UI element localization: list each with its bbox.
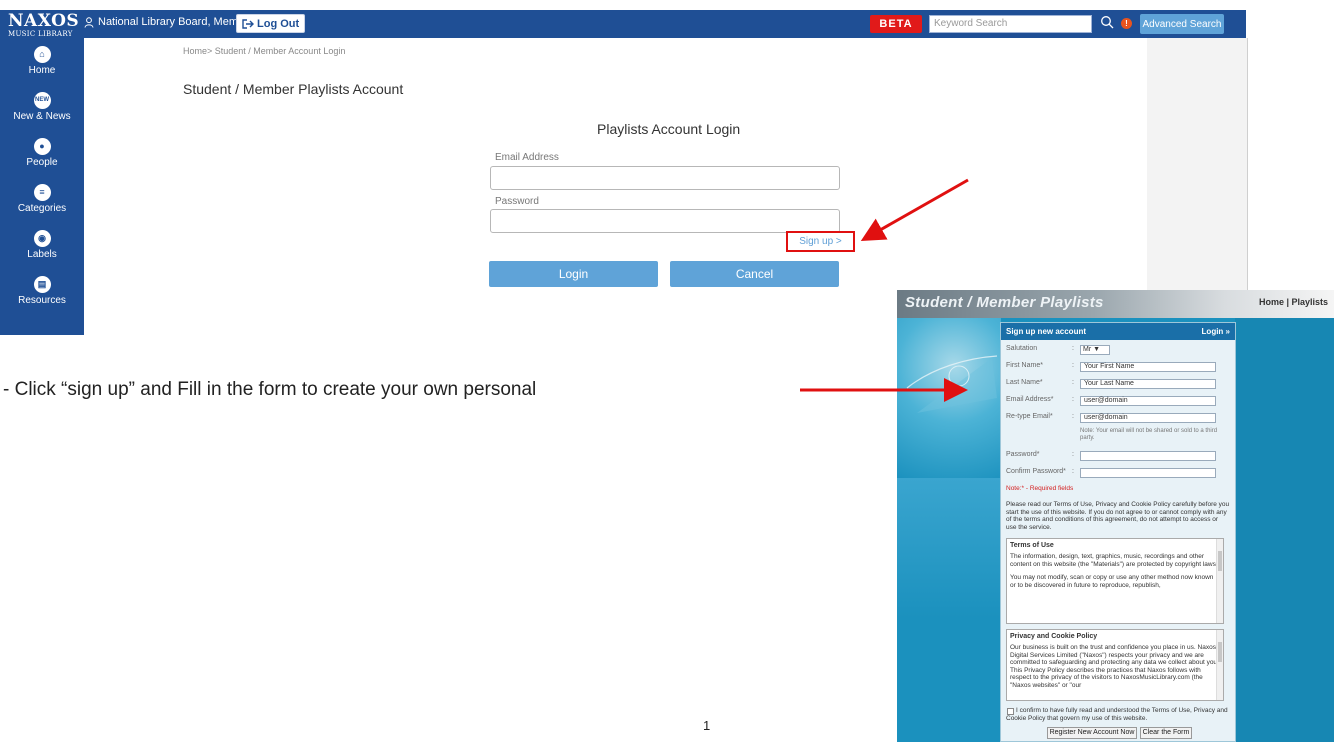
nav-label: Home (28, 65, 56, 76)
decorative-graphic (897, 318, 1001, 478)
login-link[interactable]: Login » (1202, 327, 1230, 336)
register-button[interactable]: Register New Account Now (1047, 727, 1137, 739)
email-privacy-note: Note: Your email will not be shared or s… (1080, 428, 1218, 441)
person-icon: ● (33, 138, 51, 155)
nav-item-categories[interactable]: ≡ Categories (0, 178, 84, 224)
nav-item-labels[interactable]: ◉ Labels (0, 224, 84, 270)
login-screenshot: NAXOS MUSIC LIBRARY National Library Boa… (0, 0, 1250, 335)
privacy-policy-box[interactable]: Privacy and Cookie Policy Our business i… (1006, 629, 1224, 701)
page-number: 1 (703, 718, 711, 733)
form-title: Sign up new account (1006, 327, 1087, 336)
nav-item-resources[interactable]: ▤ Resources (0, 270, 84, 316)
info-icon[interactable]: ! (1121, 18, 1132, 29)
last-name-label: Last Name* (1006, 379, 1043, 386)
clear-form-button[interactable]: Clear the Form (1140, 727, 1192, 739)
keyword-search-input[interactable]: Keyword Search (929, 15, 1092, 33)
signup-header: Student / Member Playlists Home | Playli… (897, 290, 1334, 318)
advanced-search-button[interactable]: Advanced Search (1140, 14, 1224, 34)
cancel-button[interactable]: Cancel (670, 261, 839, 287)
nav-label: New & News (13, 111, 71, 122)
beta-badge[interactable]: BETA (870, 15, 922, 33)
confirm-text: I confirm to have fully read and underst… (1006, 707, 1228, 722)
email-label: Email Address (495, 152, 559, 163)
signup-form: Sign up new account Login » Salutation :… (1000, 322, 1236, 742)
email-field[interactable] (490, 166, 840, 190)
user-account: National Library Board, Member (84, 16, 254, 28)
terms-scrollbar[interactable] (1216, 539, 1223, 623)
last-name-input[interactable]: Your Last Name (1080, 379, 1216, 389)
password-field[interactable] (490, 209, 840, 233)
home-icon: ⌂ (33, 46, 51, 63)
privacy-text: Our business is built on the trust and c… (1010, 644, 1219, 689)
home-playlists-links[interactable]: Home | Playlists (1259, 297, 1328, 307)
password-label: Password (495, 196, 539, 207)
first-name-label: First Name* (1006, 362, 1043, 369)
user-icon (84, 16, 94, 28)
left-sidebar: ⌂ Home NEW New & News ● People ≡ Categor… (0, 38, 84, 335)
terms-text: You may not modify, scan or copy or use … (1010, 574, 1214, 589)
user-name: National Library Board, Member (98, 16, 254, 28)
terms-title: Terms of Use (1010, 542, 1054, 549)
email-address-input[interactable]: user@domain (1080, 396, 1216, 406)
login-button[interactable]: Login (489, 261, 658, 287)
first-name-input[interactable]: Your First Name (1080, 362, 1216, 372)
logout-icon (242, 18, 254, 29)
password-label: Password* (1006, 451, 1040, 458)
retype-email-input[interactable]: user@domain (1080, 413, 1216, 423)
decorative-panel (897, 478, 1001, 618)
colon: : (1072, 413, 1074, 420)
breadcrumb[interactable]: Home> Student / Member Account Login (183, 46, 345, 56)
instruction-text: - Click “sign up” and Fill in the form t… (3, 379, 537, 400)
nav-label: Categories (17, 203, 67, 214)
required-fields-note: Note:* - Required fields (1006, 485, 1074, 492)
nav-item-people[interactable]: ● People (0, 132, 84, 178)
password-input[interactable] (1080, 451, 1216, 461)
sign-up-link[interactable]: Sign up > (786, 231, 855, 252)
signup-side-panel (1235, 318, 1334, 742)
privacy-title: Privacy and Cookie Policy (1010, 633, 1098, 640)
categories-icon: ≡ (33, 184, 51, 201)
colon: : (1072, 451, 1074, 458)
salutation-select[interactable]: Mr ▼ (1080, 345, 1110, 355)
colon: : (1072, 396, 1074, 403)
divider (1247, 38, 1248, 290)
signup-screenshot: Student / Member Playlists Home | Playli… (897, 290, 1334, 742)
logout-label: Log Out (257, 17, 300, 30)
email-address-label: Email Address* (1006, 396, 1054, 403)
terms-of-use-box[interactable]: Terms of Use The information, design, te… (1006, 538, 1224, 624)
logo-text: NAXOS (8, 11, 80, 31)
signup-site-title: Student / Member Playlists (905, 294, 1104, 311)
confirm-password-input[interactable] (1080, 468, 1216, 478)
colon: : (1072, 468, 1074, 475)
salutation-label: Salutation (1006, 345, 1038, 352)
search-icon[interactable] (1100, 15, 1116, 33)
colon: : (1072, 379, 1074, 386)
colon: : (1072, 345, 1074, 352)
retype-email-label: Re-type Email* (1006, 413, 1053, 420)
new-icon: NEW (33, 92, 51, 109)
terms-text: The information, design, text, graphics,… (1010, 553, 1218, 568)
terms-notice: Please read our Terms of Use, Privacy an… (1006, 501, 1230, 531)
resources-icon: ▤ (33, 276, 51, 293)
nav-label: People (26, 157, 58, 168)
form-header: Sign up new account Login » (1001, 323, 1235, 340)
nav-item-new-news[interactable]: NEW New & News (0, 86, 84, 132)
confirm-password-label: Confirm Password* (1006, 468, 1066, 475)
colon: : (1072, 362, 1074, 369)
nav-label: Resources (18, 295, 66, 306)
login-form-title: Playlists Account Login (597, 121, 741, 137)
nav-item-home[interactable]: ⌂ Home (0, 40, 84, 86)
nav-label: Labels (27, 249, 57, 260)
page-title: Student / Member Playlists Account (183, 81, 404, 97)
labels-icon: ◉ (33, 230, 51, 247)
privacy-scrollbar[interactable] (1216, 630, 1223, 700)
logout-button[interactable]: Log Out (236, 14, 306, 33)
